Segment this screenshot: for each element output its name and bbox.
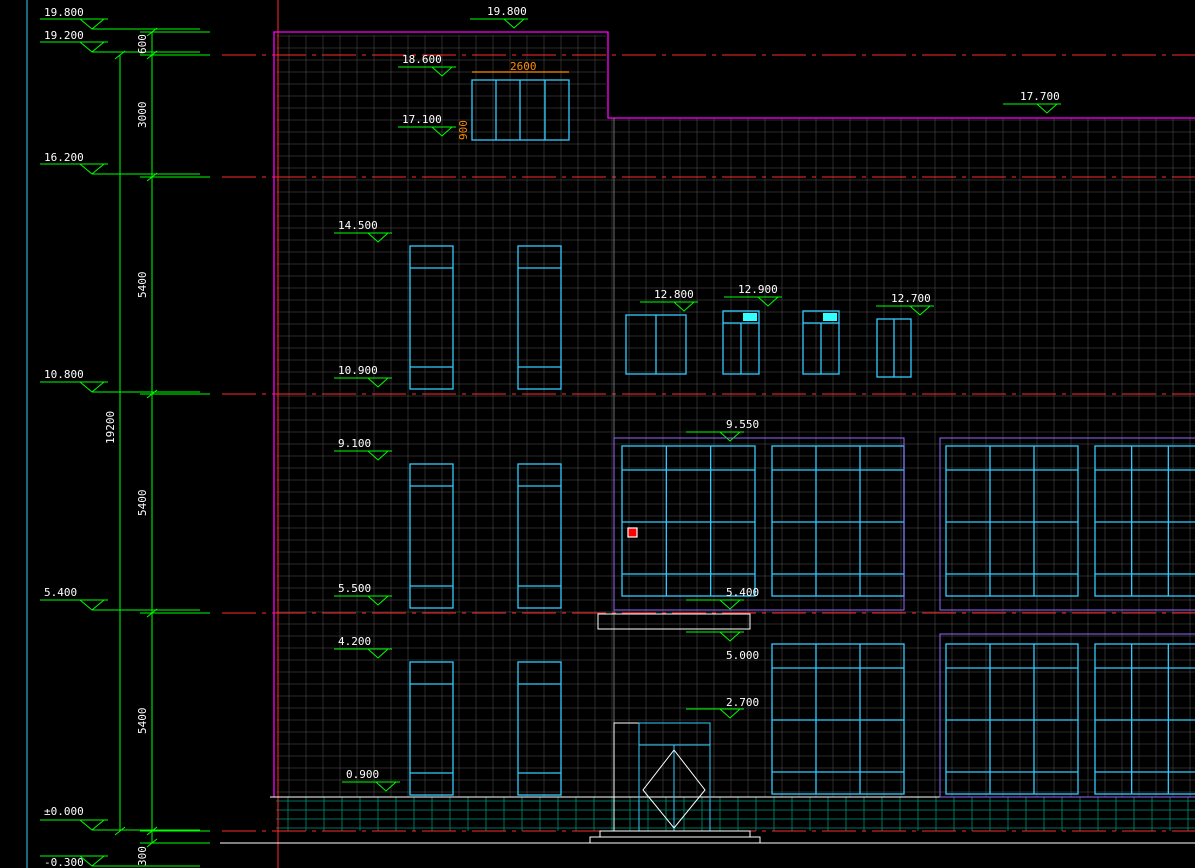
dim-5400-middle: 5400 — [136, 490, 149, 517]
label-win-width: 2600 — [510, 60, 537, 73]
dim-total-19200: 19200 — [104, 411, 117, 444]
small-window-3-glass — [823, 313, 837, 321]
mark-right-parapet-triangle — [1035, 103, 1059, 114]
label-canopy-bottom: 5.000 — [726, 649, 759, 662]
dim-5400-upper: 5400 — [136, 272, 149, 299]
left-level-mark-1-triangle — [78, 41, 106, 53]
dim-600: 600 — [136, 34, 149, 54]
label-roof-top: 19.800 — [487, 5, 527, 18]
small-window-2-glass — [743, 313, 757, 321]
entrance-step-1 — [599, 830, 751, 838]
dimension-ticks — [114, 27, 210, 848]
label-l2-sill: 5.500 — [338, 582, 371, 595]
label-l3-head: 14.500 — [338, 219, 378, 232]
left-level-mark-0-triangle — [78, 18, 106, 30]
left-level-mark-2-triangle — [78, 163, 106, 175]
dim-3000: 3000 — [136, 102, 149, 129]
label-win-sill-top: 17.100 — [402, 113, 442, 126]
label-l1-head: 4.200 — [338, 635, 371, 648]
level-label-10800: 10.800 — [44, 368, 84, 381]
label-door-head: 2.700 — [726, 696, 759, 709]
level-label-0000: ±0.000 — [44, 805, 84, 818]
level-label-16200: 16.200 — [44, 151, 84, 164]
dim-5400-lower: 5400 — [136, 708, 149, 735]
level-label-19200: 19.200 — [44, 29, 84, 42]
label-small-win-3: 12.700 — [891, 292, 931, 305]
left-level-mark-4-triangle — [78, 599, 106, 611]
label-l2-head: 9.100 — [338, 437, 371, 450]
label-l3-sill: 10.900 — [338, 364, 378, 377]
label-curtain-top: 9.550 — [726, 418, 759, 431]
selection-marker — [627, 527, 638, 538]
dim-300: 300 — [136, 846, 149, 866]
brick-hatch — [276, 35, 1195, 831]
label-canopy-top: 5.400 — [726, 586, 759, 599]
mark-roof-top-triangle — [502, 18, 526, 29]
label-win-head-top: 18.600 — [402, 53, 442, 66]
label-win-height: 900 — [457, 120, 470, 140]
label-l1-sill: 0.900 — [346, 768, 379, 781]
left-level-mark-5-triangle — [78, 819, 106, 831]
label-small-win-2: 12.900 — [738, 283, 778, 296]
label-small-win-1: 12.800 — [654, 288, 694, 301]
level-label-minus300: -0.300 — [44, 856, 84, 868]
entrance-step-2 — [589, 836, 761, 844]
elevation-drawing: 19.800 19.200 16.200 10.800 5.400 ±0.000… — [26, 0, 1195, 868]
level-label-19800: 19.800 — [44, 6, 84, 19]
level-label-5400: 5.400 — [44, 586, 77, 599]
label-right-parapet: 17.700 — [1020, 90, 1060, 103]
left-level-mark-3-triangle — [78, 381, 106, 393]
